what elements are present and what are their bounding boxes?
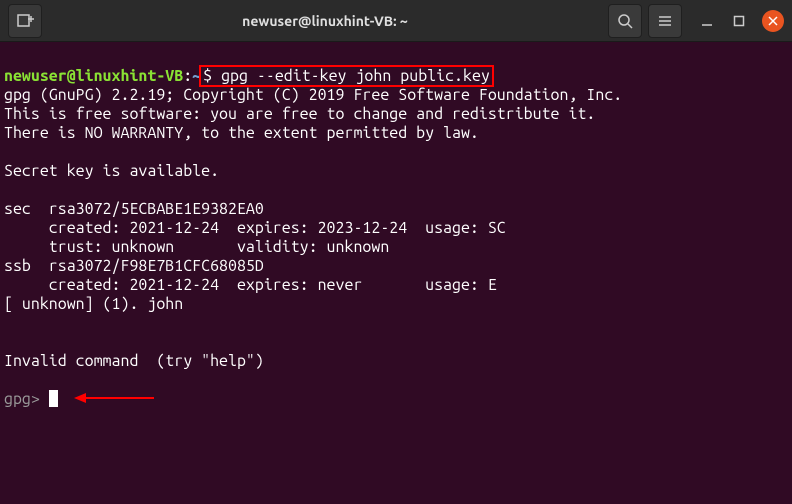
maximize-icon	[733, 15, 745, 27]
output-line: Secret key is available.	[4, 162, 219, 180]
terminal-cursor	[49, 390, 58, 407]
maximize-button[interactable]	[730, 12, 748, 30]
annotation-arrow	[74, 390, 154, 409]
output-line: trust: unknown validity: unknown	[4, 238, 389, 256]
menu-button[interactable]	[648, 4, 682, 38]
hamburger-icon	[657, 13, 673, 29]
output-line: ssb rsa3072/F98E7B1CFC68085D	[4, 257, 264, 275]
output-line: There is NO WARRANTY, to the extent perm…	[4, 124, 479, 142]
search-button[interactable]	[608, 4, 642, 38]
titlebar-right	[608, 4, 784, 38]
prompt-colon: :	[183, 67, 192, 85]
prompt-user: newuser@linuxhint-VB	[4, 67, 183, 85]
output-line: created: 2021-12-24 expires: 2023-12-24 …	[4, 219, 524, 237]
close-button[interactable]	[762, 10, 784, 32]
window-title: newuser@linuxhint-VB: ~	[42, 13, 608, 29]
search-icon	[617, 13, 633, 29]
output-line: sec rsa3072/5ECBABE1E9382EA0	[4, 200, 264, 218]
output-line: [ unknown] (1). john	[4, 295, 183, 313]
command-highlight-box: $ gpg --edit-key john public.key	[199, 65, 494, 87]
output-line: This is free software: you are free to c…	[4, 105, 595, 123]
titlebar: newuser@linuxhint-VB: ~	[0, 0, 792, 42]
newtab-icon	[16, 12, 34, 30]
output-line: created: 2021-12-24 expires: never usage…	[4, 276, 524, 294]
terminal-output[interactable]: newuser@linuxhint-VB:~$ gpg --edit-key j…	[0, 42, 792, 415]
gpg-prompt: gpg>	[4, 390, 49, 408]
output-line: Invalid command (try "help")	[4, 352, 264, 370]
new-tab-button[interactable]	[8, 4, 42, 38]
close-icon	[768, 16, 778, 26]
minimize-button[interactable]	[698, 12, 716, 30]
prompt-symbol: $	[203, 67, 212, 85]
minimize-icon	[701, 15, 713, 27]
titlebar-left	[8, 4, 42, 38]
typed-command: gpg --edit-key john public.key	[212, 67, 490, 85]
window-controls	[698, 10, 784, 32]
output-line: gpg (GnuPG) 2.2.19; Copyright (C) 2019 F…	[4, 86, 622, 104]
